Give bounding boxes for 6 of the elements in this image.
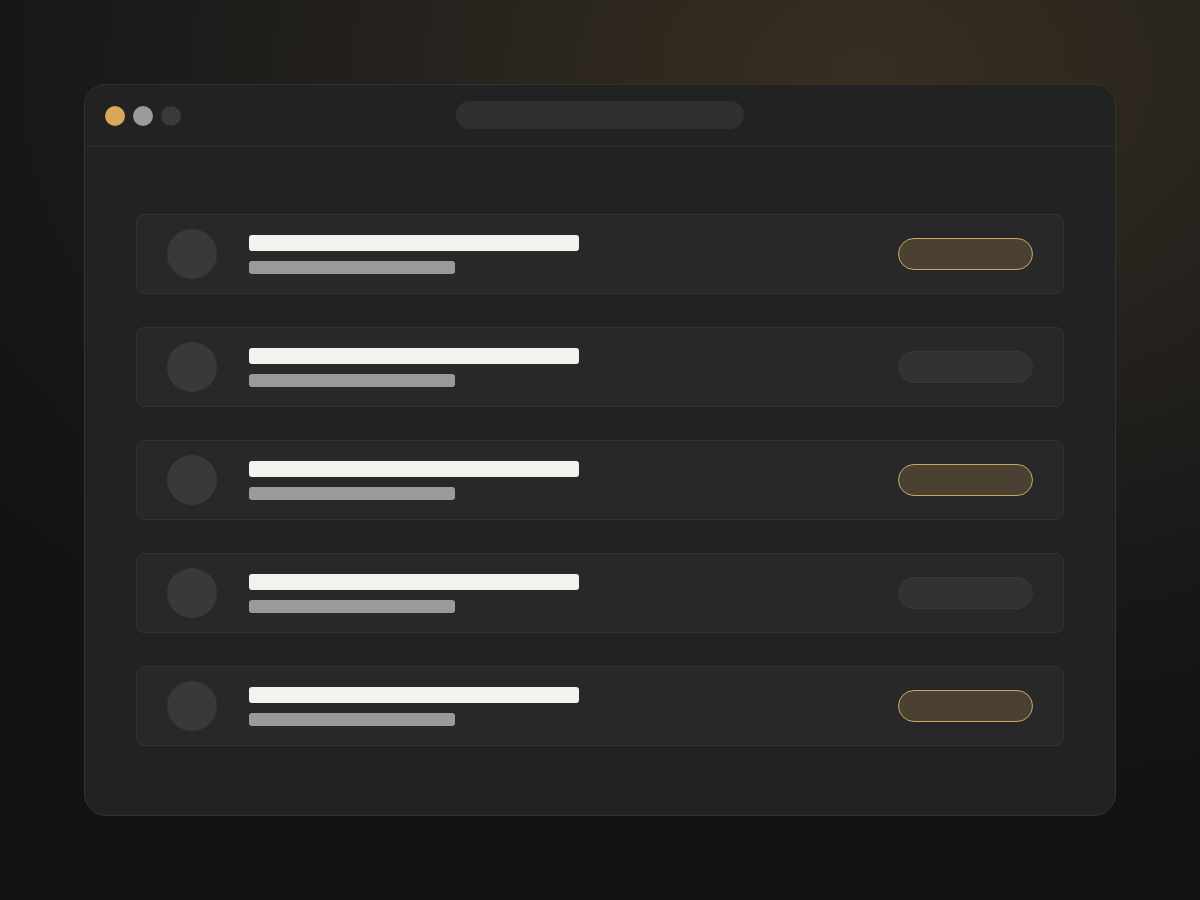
pill-button[interactable]	[898, 238, 1033, 270]
window-dot-icon[interactable]	[133, 105, 153, 126]
window-dot-icon[interactable]	[105, 105, 125, 126]
pill-button[interactable]	[898, 690, 1033, 722]
window-dot-icon[interactable]	[161, 105, 181, 126]
pill-button[interactable]	[898, 464, 1033, 496]
